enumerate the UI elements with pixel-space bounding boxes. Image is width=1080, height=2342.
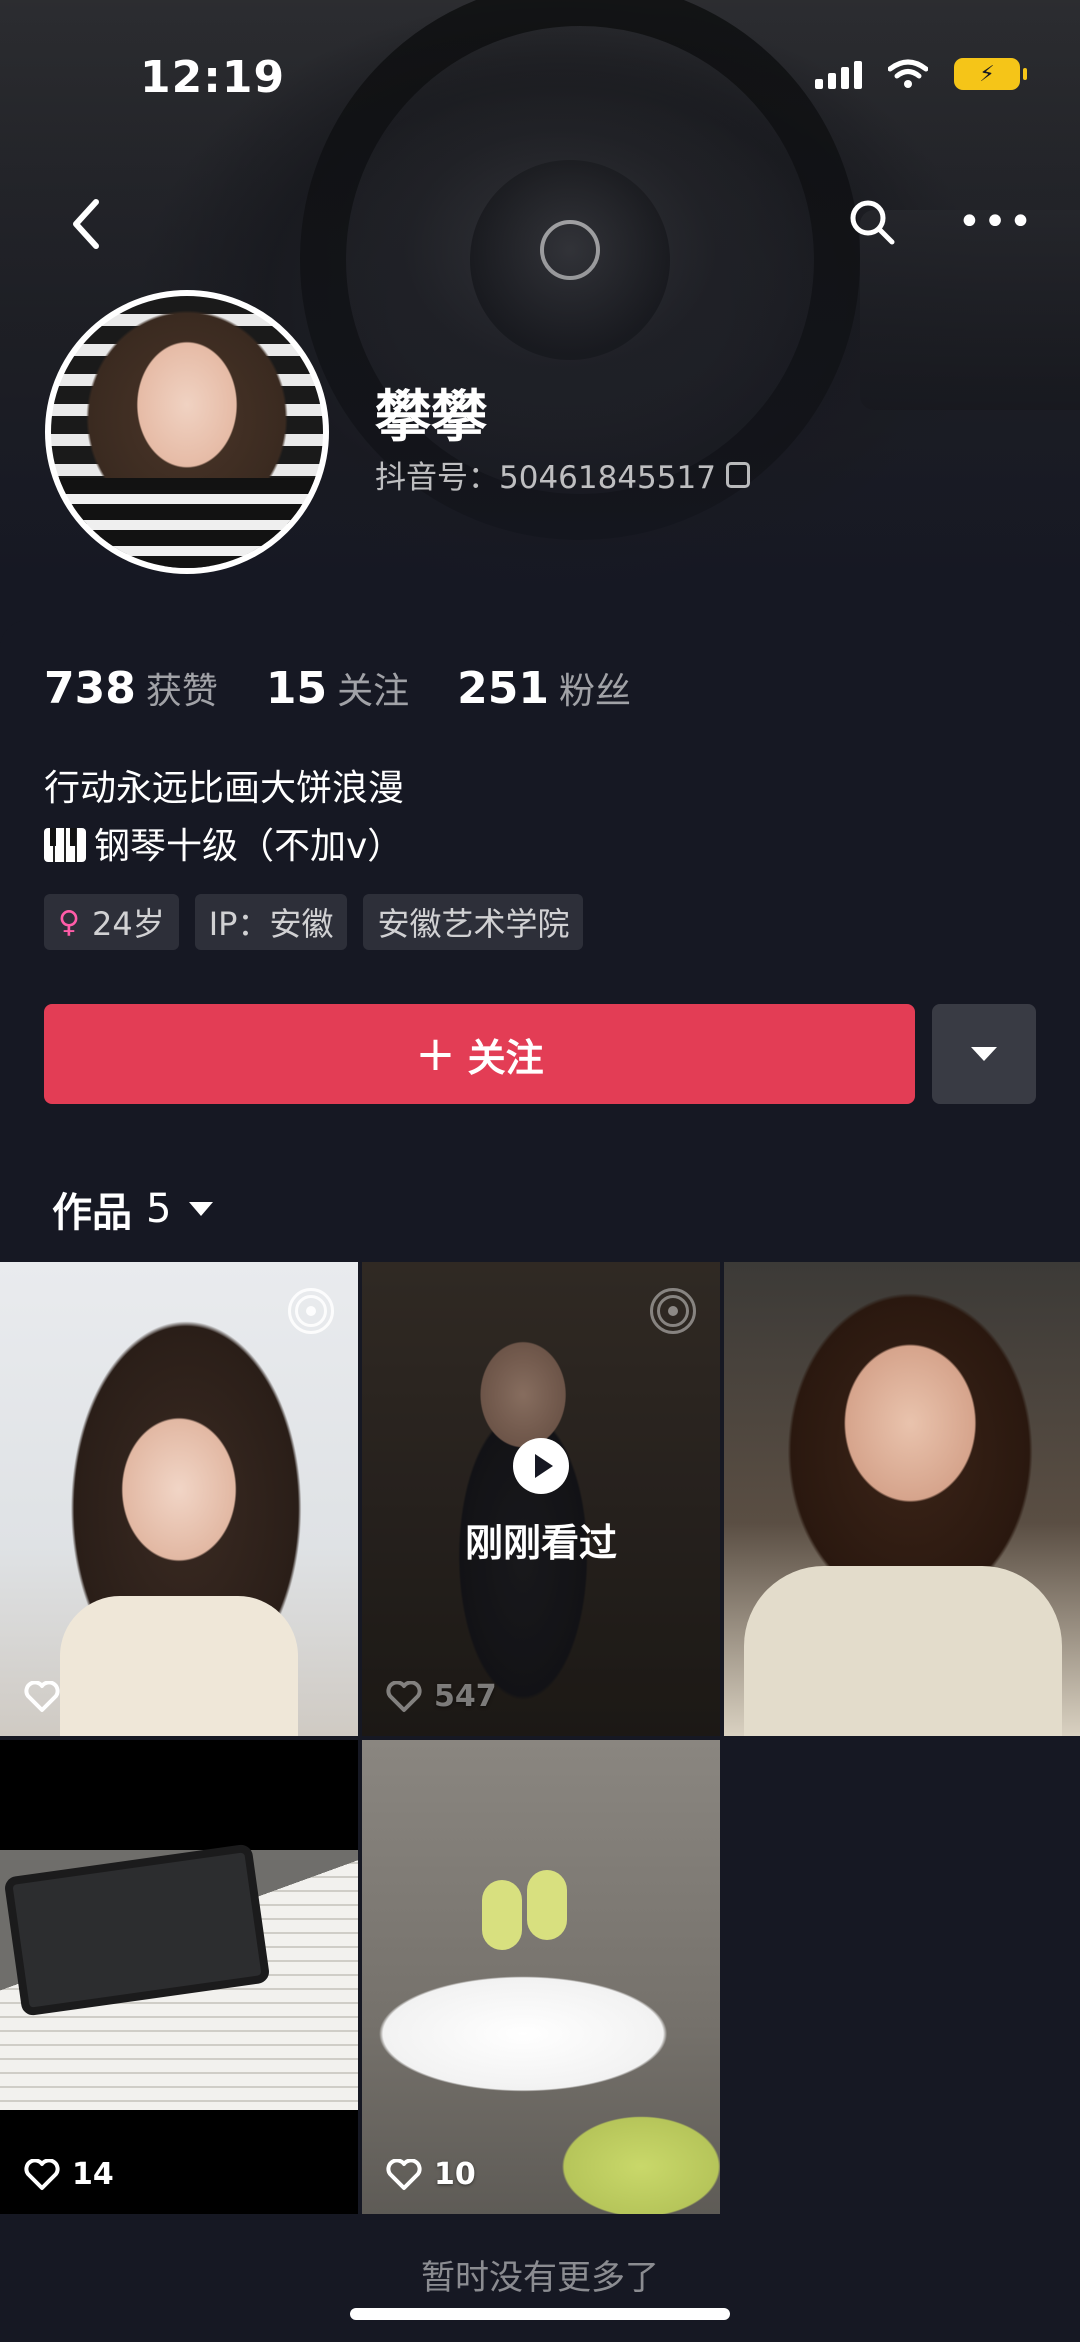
like-count: 547 (386, 1679, 497, 1714)
chevron-down-icon (971, 1047, 997, 1061)
heart-icon (386, 2158, 422, 2191)
video-thumbnail[interactable]: 10 (362, 1740, 720, 2214)
stat-likes-label: 获赞 (145, 671, 218, 712)
search-button[interactable] (836, 186, 908, 258)
piano-emoji-icon (44, 828, 86, 862)
wifi-icon (888, 59, 928, 88)
back-icon (73, 199, 99, 249)
tag-age: ♀ 24岁 (44, 894, 179, 950)
tag-age-text: 24岁 (91, 905, 165, 943)
bio-line-1: 行动永远比画大饼浪漫 (44, 768, 405, 809)
female-icon: ♀ (58, 904, 80, 940)
recently-watched: 刚刚看过 (362, 1438, 720, 1567)
copy-icon[interactable] (725, 461, 750, 488)
works-count: 5 (146, 1186, 172, 1232)
tag-school-text: 安徽艺术学院 (377, 905, 570, 943)
video-thumbnail[interactable]: 73 (0, 1262, 358, 1736)
signal-icon (815, 59, 862, 89)
play-icon (513, 1438, 569, 1494)
stat-following-label: 关注 (337, 671, 410, 712)
back-button[interactable] (50, 188, 122, 260)
live-photo-icon (288, 1288, 334, 1334)
video-thumbnail[interactable]: 刚刚看过 547 (362, 1262, 720, 1736)
thumbnail-shoe (527, 1870, 567, 1940)
works-tab-label: 作品 (52, 1190, 132, 1236)
bio-line-2-row: 钢琴十级（不加v） (44, 818, 404, 876)
like-count-value: 73 (72, 1679, 114, 1714)
heart-icon (24, 1680, 60, 1713)
recently-watched-label: 刚刚看过 (464, 1521, 617, 1565)
follow-button-label: 关注 (467, 1035, 544, 1080)
recommend-dropdown-button[interactable] (932, 1004, 1036, 1104)
profile-tags: ♀ 24岁 IP：安徽 安徽艺术学院 (44, 894, 584, 950)
stat-followers-count: 251 (457, 663, 549, 714)
like-count: 10 (386, 2157, 476, 2192)
no-more-text: 暂时没有更多了 (421, 2258, 659, 2298)
douyin-id: 抖音号：50461845517 (375, 460, 716, 496)
status-icons: ⚡ (815, 58, 1027, 90)
tag-ip-text: IP：安徽 (208, 905, 334, 943)
tag-ip: IP：安徽 (194, 894, 348, 950)
like-count-value: 14 (72, 2157, 114, 2192)
like-count: 14 (24, 2157, 114, 2192)
profile-bio: 行动永远比画大饼浪漫 钢琴十级（不加v） (44, 760, 404, 876)
stat-following-count: 15 (265, 663, 328, 714)
avatar[interactable] (45, 290, 329, 574)
heart-icon (24, 2158, 60, 2191)
heart-icon (386, 1680, 422, 1713)
more-icon: ••• (957, 199, 1035, 245)
profile-panel: 738 获赞 15 关注 251 粉丝 行动永远比画大饼浪漫 钢琴十级（不加v）… (0, 620, 1080, 1260)
follow-button[interactable]: + 关注 (44, 1004, 915, 1104)
bio-line-2: 钢琴十级（不加v） (94, 826, 404, 867)
like-count-value: 10 (434, 2157, 476, 2192)
plus-icon: + (415, 1026, 456, 1082)
status-time: 12:19 (140, 52, 286, 103)
stat-likes-count: 738 (44, 663, 136, 714)
tab-works[interactable]: 作品 5 (52, 1180, 214, 1238)
live-photo-icon (650, 1288, 696, 1334)
video-thumbnail[interactable]: 14 (0, 1740, 358, 2214)
stat-following[interactable]: 15 关注 (266, 662, 409, 714)
works-dropdown-icon (189, 1202, 214, 1216)
search-icon (850, 200, 895, 245)
thumbnail-shoe (482, 1880, 522, 1950)
profile-stats: 738 获赞 15 关注 251 粉丝 (44, 662, 631, 714)
profile-nickname: 攀攀 (375, 385, 487, 450)
video-thumbnail[interactable] (724, 1262, 1080, 1736)
more-button[interactable]: ••• (957, 186, 1035, 258)
stat-likes[interactable]: 738 获赞 (44, 662, 218, 714)
douyin-id-row: 抖音号：50461845517 (375, 452, 750, 497)
like-count-value: 547 (434, 1679, 497, 1714)
stat-followers-label: 粉丝 (558, 671, 631, 712)
home-indicator[interactable] (350, 2308, 730, 2320)
like-count: 73 (24, 1679, 114, 1714)
battery-icon: ⚡ (954, 58, 1027, 90)
tag-school[interactable]: 安徽艺术学院 (363, 894, 584, 950)
stat-followers[interactable]: 251 粉丝 (457, 662, 631, 714)
